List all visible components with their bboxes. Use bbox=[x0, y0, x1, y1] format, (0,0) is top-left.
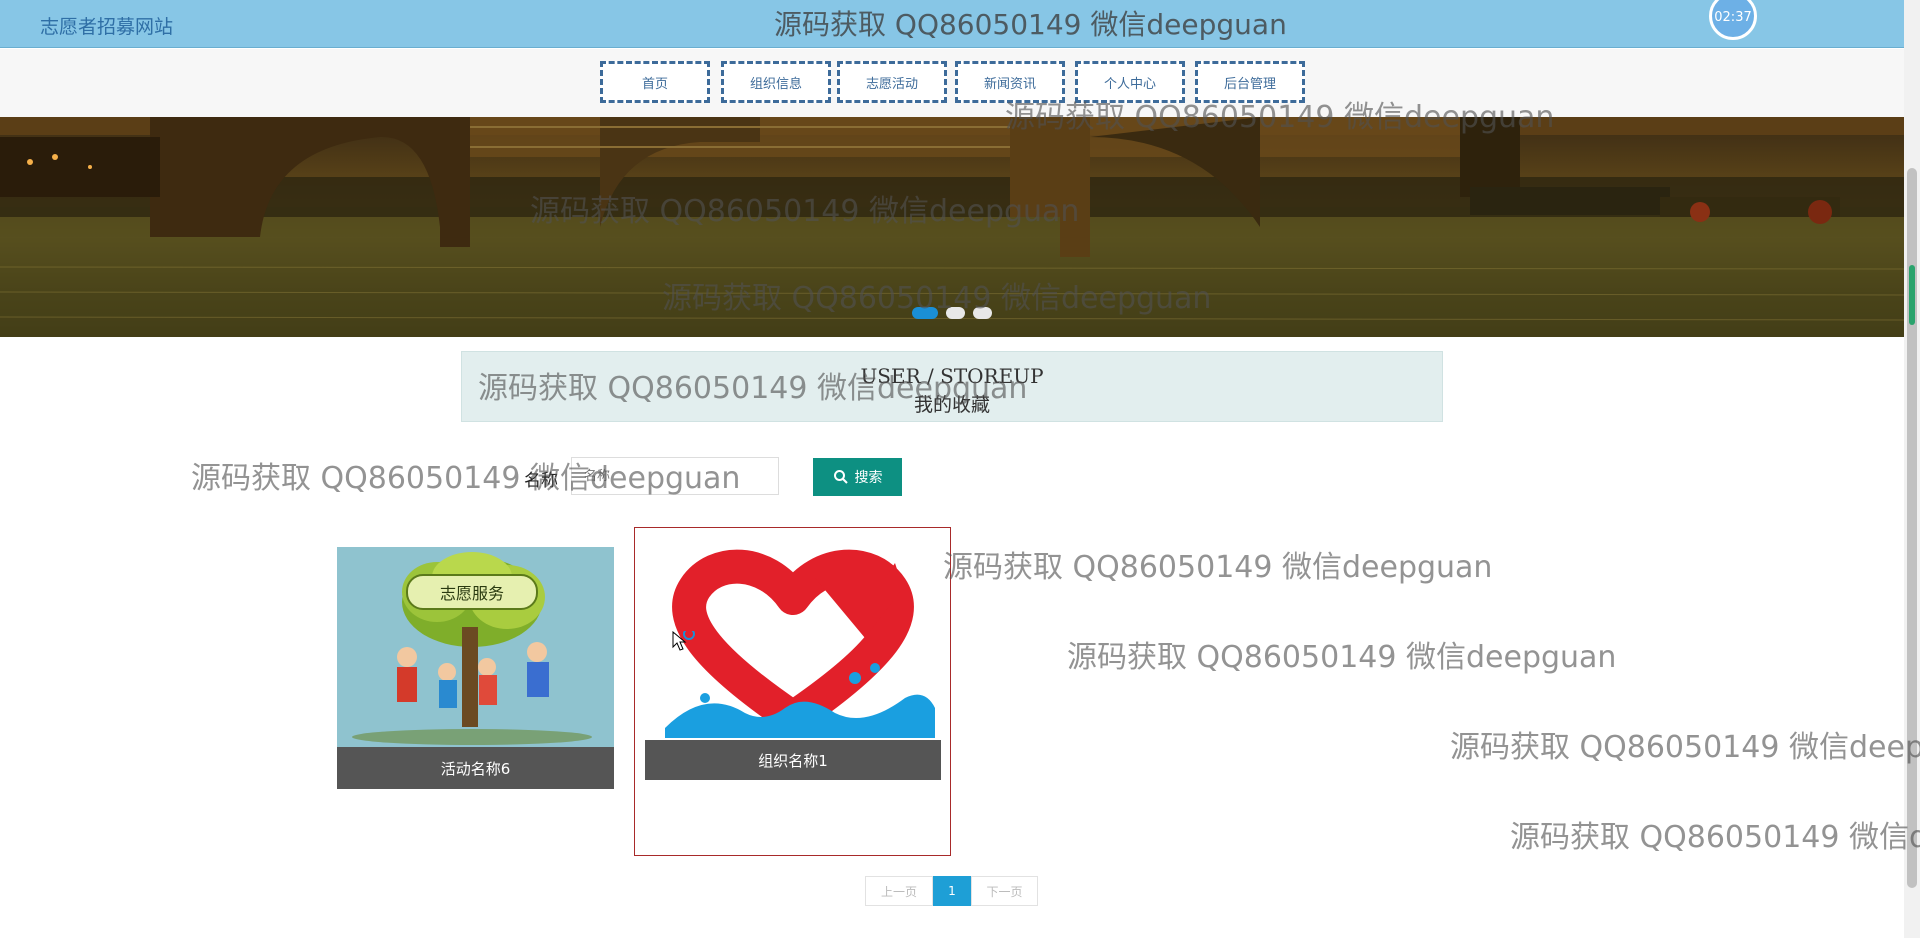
banner-carousel[interactable] bbox=[0, 117, 1904, 337]
section-heading: USER / STOREUP 我的收藏 bbox=[461, 351, 1443, 422]
card-caption-activity[interactable]: 活动名称6 bbox=[337, 747, 614, 789]
pagination-prev[interactable]: 上一页 bbox=[865, 876, 933, 906]
top-header-bar: 志愿者招募网站 02:37 bbox=[0, 0, 1904, 48]
watermark-text: 源码获取 QQ86050149 微信deepguan bbox=[1510, 820, 1920, 855]
volunteer-tree-illustration: 志愿服务 bbox=[337, 547, 614, 747]
page: 志愿者招募网站 02:37 首页 组织信息 志愿活动 新闻资讯 个人中心 后台管… bbox=[0, 0, 1920, 938]
search-button[interactable]: 搜索 bbox=[813, 458, 902, 496]
scrollbar-marker bbox=[1909, 265, 1915, 325]
section-title-cn: 我的收藏 bbox=[913, 394, 990, 416]
pagination-page-1[interactable]: 1 bbox=[933, 876, 971, 906]
pagination-next[interactable]: 下一页 bbox=[971, 876, 1038, 906]
card-image-activity: 志愿服务 bbox=[337, 547, 614, 747]
card-caption-organization[interactable]: 组织名称1 bbox=[645, 740, 941, 780]
nav-item-activities[interactable]: 志愿活动 bbox=[837, 61, 947, 103]
nav-item-organizations[interactable]: 组织信息 bbox=[721, 61, 831, 103]
section-title-en: USER / STOREUP bbox=[860, 364, 1044, 388]
search-icon bbox=[833, 470, 848, 484]
nav-item-home[interactable]: 首页 bbox=[600, 61, 710, 103]
nav-item-news[interactable]: 新闻资讯 bbox=[955, 61, 1065, 103]
main-nav: 首页 组织信息 志愿活动 新闻资讯 个人中心 后台管理 bbox=[0, 49, 1904, 117]
carousel-dot-1[interactable] bbox=[912, 307, 938, 319]
card-image-text: 志愿服务 bbox=[440, 584, 504, 603]
carousel-indicators bbox=[912, 307, 992, 319]
search-button-label: 搜索 bbox=[854, 469, 883, 485]
watermark-text: 源码获取 QQ86050149 微信deepguan bbox=[943, 550, 1493, 585]
nav-item-admin[interactable]: 后台管理 bbox=[1195, 61, 1305, 103]
watermark-text: 源码获取 QQ86050149 微信deepguan bbox=[1067, 640, 1617, 675]
banner-image bbox=[0, 117, 1904, 337]
favorite-card-activity[interactable]: 志愿服务 活动名称6 bbox=[337, 547, 614, 789]
clock-badge: 02:37 bbox=[1709, 0, 1757, 40]
mouse-cursor-icon bbox=[672, 631, 695, 651]
favorite-card-organization[interactable]: 组织名称1 bbox=[634, 527, 951, 856]
carousel-dot-2[interactable] bbox=[946, 307, 965, 319]
site-title[interactable]: 志愿者招募网站 bbox=[40, 12, 173, 39]
watermark-text: 源码获取 QQ86050149 微信deepguan bbox=[1450, 730, 1920, 765]
search-input[interactable] bbox=[571, 457, 779, 495]
search-label: 名称 bbox=[524, 471, 558, 491]
carousel-dot-3[interactable] bbox=[973, 307, 992, 319]
nav-item-profile[interactable]: 个人中心 bbox=[1075, 61, 1185, 103]
